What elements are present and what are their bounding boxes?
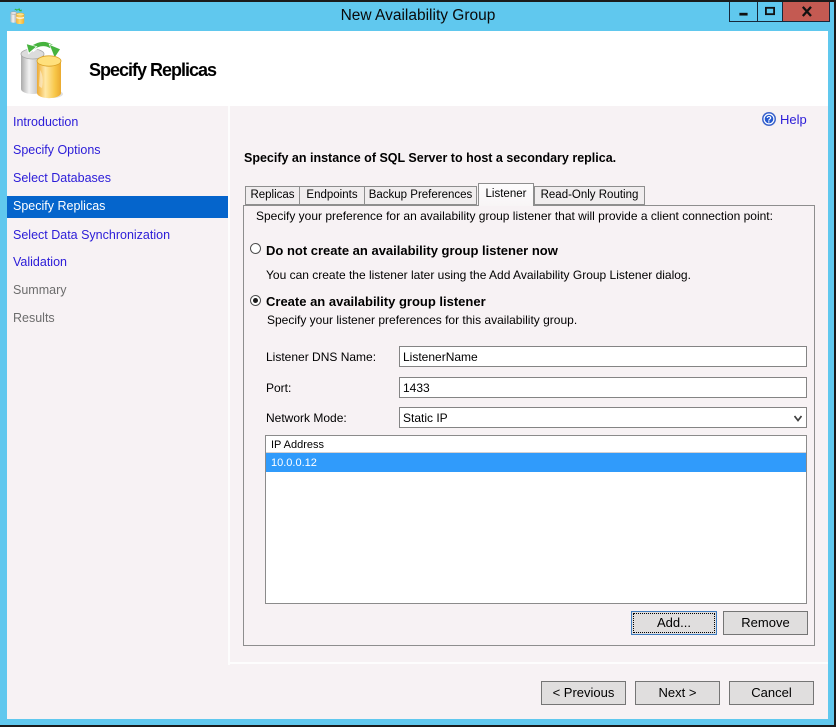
svg-text:?: ? bbox=[766, 114, 772, 124]
